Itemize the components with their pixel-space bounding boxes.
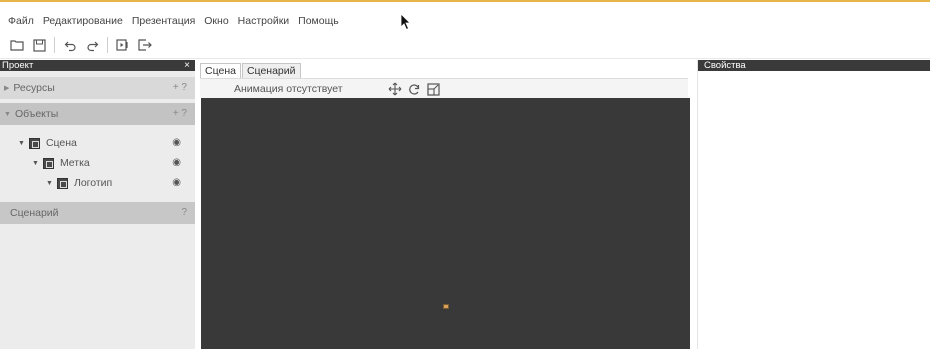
chevron-right-icon[interactable]: ▶	[4, 84, 9, 92]
resources-label: Ресурсы	[13, 82, 55, 94]
tree-item-logo[interactable]: ▼ Логотип ◉	[0, 173, 195, 193]
menu-settings[interactable]: Настройки	[238, 15, 290, 27]
objects-actions[interactable]: + ?	[173, 103, 187, 125]
toolbar-divider	[0, 58, 930, 59]
move-icon[interactable]	[388, 82, 402, 99]
tree-item-label: Сцена	[45, 137, 77, 149]
project-panel: Проект × ▶ Ресурсы + ? ▼ Объекты + ? ▼ С…	[0, 60, 195, 349]
menu-help[interactable]: Помощь	[298, 15, 339, 27]
scenario-label: Сценарий	[10, 207, 59, 219]
visibility-eye-icon[interactable]: ◉	[172, 133, 181, 153]
image-node-icon	[56, 177, 68, 189]
resources-section[interactable]: ▶ Ресурсы + ?	[0, 77, 195, 99]
chevron-down-icon[interactable]: ▼	[18, 140, 25, 147]
close-icon[interactable]: ×	[184, 60, 190, 71]
top-accent-line	[0, 0, 930, 2]
resources-actions[interactable]: + ?	[173, 77, 187, 99]
tree-item-label-node[interactable]: ▼ Метка ◉	[0, 153, 195, 173]
menu-file[interactable]: Файл	[8, 15, 34, 27]
transform-tools	[388, 82, 440, 99]
scenario-section[interactable]: Сценарий ?	[0, 202, 195, 224]
preview-icon[interactable]	[116, 38, 130, 52]
menu-bar: Файл Редактирование Презентация Окно Нас…	[0, 12, 348, 30]
toolbar-separator	[107, 37, 108, 53]
objects-label: Объекты	[14, 108, 59, 120]
editor-tabs: Сцена Сценарий	[200, 63, 301, 78]
chevron-down-icon[interactable]: ▼	[46, 180, 53, 187]
tree-item-label: Логотип	[73, 177, 113, 189]
properties-panel: Свойства	[697, 60, 930, 349]
mouse-cursor-icon	[400, 13, 411, 31]
menu-edit[interactable]: Редактирование	[43, 15, 123, 27]
chevron-down-icon[interactable]: ▼	[4, 111, 11, 118]
rotate-icon[interactable]	[408, 83, 421, 99]
tab-scene[interactable]: Сцена	[200, 63, 241, 78]
menu-presentation[interactable]: Презентация	[132, 15, 195, 27]
animation-status: Анимация отсутствует	[234, 83, 343, 95]
scene-editor: Сцена Сценарий Анимация отсутствует	[198, 60, 690, 349]
project-title-label: Проект	[2, 60, 34, 71]
logo-object[interactable]	[443, 304, 449, 309]
tree-item-scene[interactable]: ▼ Сцена ◉	[0, 133, 195, 153]
folder-open-icon[interactable]	[10, 38, 24, 52]
label-node-icon	[42, 157, 54, 169]
redo-icon[interactable]	[85, 38, 99, 52]
visibility-eye-icon[interactable]: ◉	[172, 153, 181, 173]
undo-icon[interactable]	[63, 38, 77, 52]
objects-section[interactable]: ▼ Объекты + ?	[0, 103, 195, 125]
object-tree: ▼ Сцена ◉ ▼ Метка ◉ ▼ Логотип ◉	[0, 125, 195, 193]
chevron-down-icon[interactable]: ▼	[32, 160, 39, 167]
scenario-help[interactable]: ?	[181, 202, 187, 224]
toolbar	[10, 35, 152, 55]
scene-viewport[interactable]	[201, 98, 690, 349]
visibility-eye-icon[interactable]: ◉	[172, 173, 181, 193]
project-panel-title: Проект ×	[0, 60, 195, 71]
export-icon[interactable]	[138, 38, 152, 52]
menu-window[interactable]: Окно	[204, 15, 228, 27]
tab-scenario[interactable]: Сценарий	[241, 63, 301, 78]
scene-icon	[28, 137, 40, 149]
toolbar-separator	[54, 37, 55, 53]
properties-title: Свойства	[698, 60, 930, 71]
animation-bar: Анимация отсутствует	[200, 78, 688, 98]
tree-item-label: Метка	[59, 157, 90, 169]
save-icon[interactable]	[32, 38, 46, 52]
scale-icon[interactable]	[427, 82, 440, 99]
